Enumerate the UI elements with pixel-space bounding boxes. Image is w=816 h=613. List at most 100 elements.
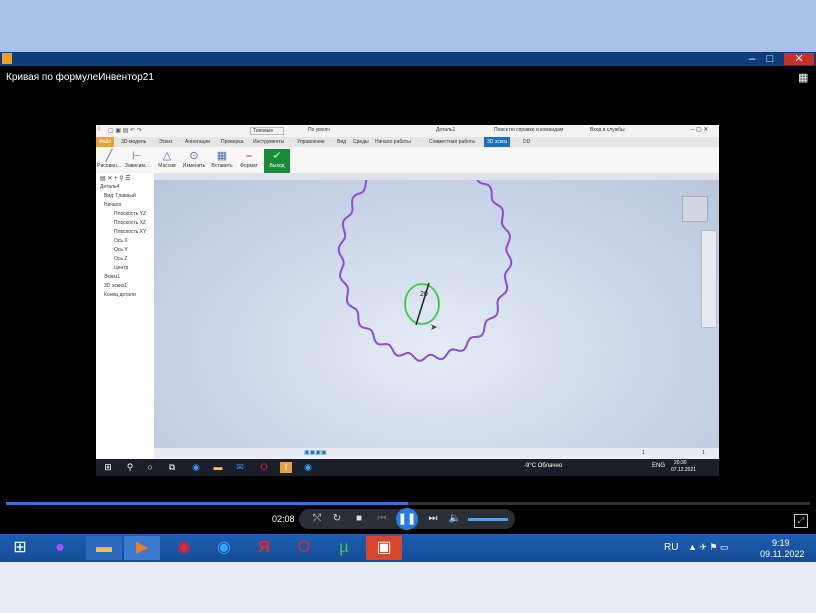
line-icon: ╱ [105, 150, 113, 162]
tree-item-3d-sketch1[interactable]: 3D эскиз1 [104, 283, 127, 289]
tab-environments[interactable]: Среды [350, 137, 372, 147]
format-tool[interactable]: ⎯ Формат [236, 149, 262, 173]
yandex-icon[interactable]: Я [246, 536, 282, 560]
tab-sketch[interactable]: Эскиз [156, 137, 175, 147]
navigation-bar[interactable] [701, 230, 717, 328]
model-browser: ▤ ✕ + ⚲ ☰ Деталь4 Вид: Главный Начало Пл… [96, 173, 155, 463]
constrain-tool[interactable]: ⊢ Зависим... [124, 149, 150, 173]
tree-item-sketch1[interactable]: Эскиз1 [104, 274, 120, 280]
tree-item-center[interactable]: Центр [114, 265, 128, 271]
tree-item-end-of-part[interactable]: Конец детали [104, 292, 136, 298]
task-view-icon[interactable]: ⧉ [166, 462, 178, 473]
appearance-dropdown[interactable]: Типовые [250, 127, 285, 135]
minimize-button[interactable]: – [744, 53, 760, 65]
tree-item-plane-yz[interactable]: Плоскость YZ [114, 211, 146, 217]
search-icon[interactable]: ⚲ [124, 462, 136, 473]
pause-button[interactable]: ❚❚ [396, 508, 418, 530]
utorrent-icon[interactable]: µ [326, 536, 362, 560]
close-button[interactable]: ✕ [784, 53, 814, 65]
edge-task-icon[interactable]: ◉ [206, 536, 242, 560]
volume-slider[interactable] [468, 518, 508, 521]
window-titlebar: – □ ✕ [0, 52, 816, 66]
app-task-icon[interactable]: ◉ [302, 462, 314, 473]
previous-icon[interactable]: ⏮ [372, 512, 392, 526]
presentation-icon[interactable]: ▣ [366, 536, 402, 560]
tree-item-plane-xz[interactable]: Плоскость XZ [114, 220, 146, 226]
tree-item-plane-xy[interactable]: Плоскость XY [114, 229, 146, 235]
layout-grid-icon[interactable]: ▦ [798, 71, 808, 84]
viewcube-icon[interactable] [682, 196, 708, 222]
tab-annotations[interactable]: Аннотации [182, 137, 213, 147]
folder-icon[interactable]: ▬ [212, 462, 224, 473]
fullscreen-icon[interactable]: ⤢ [794, 514, 808, 528]
alice-icon[interactable]: ● [42, 536, 78, 560]
inner-lang[interactable]: ENG [652, 463, 665, 469]
modify-tool[interactable]: ⊙ Изменить [181, 149, 207, 173]
tree-item-origin[interactable]: Начало [104, 202, 121, 208]
tab-collaborate[interactable]: Совместная работа [426, 137, 478, 147]
tab-manage[interactable]: Управление [294, 137, 328, 147]
inner-clock-date: 07.12.2021 [671, 467, 697, 473]
maximize-button[interactable]: □ [762, 53, 778, 65]
tree-item-view[interactable]: Вид: Главный [104, 193, 136, 199]
stop-icon[interactable]: ■ [352, 512, 366, 526]
seek-bar-fill [6, 502, 408, 505]
insert-label: Вставить [211, 163, 233, 169]
edge-icon[interactable]: ◉ [190, 462, 202, 473]
next-icon[interactable]: ⏭ [424, 512, 442, 526]
tab-view[interactable]: Вид [334, 137, 349, 147]
tree-item-part[interactable]: Деталь4 [100, 184, 119, 190]
tray-icons[interactable]: ▲ ✈ ⚑ ▭ [688, 542, 729, 553]
tree-item-axis-y[interactable]: Ось Y [114, 247, 128, 253]
exit-sketch-button[interactable]: ✔ Выход [264, 149, 290, 173]
viewport-tabbar [154, 173, 719, 180]
tab-inspect[interactable]: Проверка [218, 137, 246, 147]
opera-task-icon[interactable]: O [286, 536, 322, 560]
format-icon: ⎯ [246, 150, 252, 162]
dimension-icon: ⊢ [132, 150, 142, 162]
chrome-icon[interactable]: ◉ [166, 536, 202, 560]
exit-label: Выход [269, 163, 285, 169]
repeat-icon[interactable]: ↻ [330, 512, 344, 526]
insert-tool[interactable]: ▦ Вставить [209, 149, 235, 173]
graphics-window[interactable]: 20 ➤ [154, 180, 719, 463]
tab-dd[interactable]: DD [520, 137, 533, 147]
language-indicator[interactable]: RU [664, 542, 678, 553]
sketch-status-icons[interactable]: ▣▣▣▣ [304, 449, 327, 456]
player-logo-icon [2, 53, 12, 64]
sketch-svg: 20 ➤ [337, 180, 513, 362]
opera-icon[interactable]: O [258, 462, 270, 473]
tab-3d-sketch[interactable]: 3D эскиз [484, 137, 511, 147]
player-task-icon[interactable]: ▶ [124, 536, 160, 560]
time-elapsed: 02:08 [272, 514, 295, 524]
tab-3d-model[interactable]: 3D-модель [118, 137, 149, 147]
tab-file[interactable]: Файл [96, 137, 115, 147]
pattern-tool[interactable]: △ Массив [154, 149, 180, 173]
start-button[interactable]: ⊞ [2, 536, 38, 560]
volume-icon[interactable]: 🔈 [448, 512, 462, 526]
inventor-task-icon[interactable]: I [280, 462, 292, 473]
diameter-line [415, 282, 430, 326]
tab-tools[interactable]: Инструменты [250, 137, 287, 147]
grid-icon: ▦ [216, 150, 228, 162]
browser-header-icons[interactable]: ▤ ✕ + ⚲ ☰ [100, 175, 131, 182]
checkmark-icon: ✔ [272, 150, 282, 162]
tree-item-axis-x[interactable]: Ось X [114, 238, 128, 244]
mail-icon[interactable]: ✉ [234, 462, 246, 473]
explorer-icon[interactable]: ▬ [86, 536, 122, 560]
window-controls[interactable]: – ▢ ✕ [691, 126, 708, 133]
tree-item-axis-z[interactable]: Ось Z [114, 256, 127, 262]
weather-widget[interactable]: -9°C Облачно [524, 463, 562, 469]
material-dropdown[interactable]: По умолч [308, 127, 330, 133]
draw-tool[interactable]: ╱ Рисован... [96, 149, 122, 173]
help-search[interactable]: Поиск по справке и командам [494, 127, 563, 133]
repeat-ab-icon[interactable]: ⤲ [310, 512, 324, 526]
tab-getting-started[interactable]: Начало работы [372, 137, 414, 147]
windows-start-icon[interactable]: ⊞ [102, 462, 114, 473]
qat-icons[interactable]: ▢ ▣ ▤ ↶ ↷ [108, 127, 142, 134]
cortana-icon[interactable]: ○ [144, 462, 156, 473]
signin-link[interactable]: Вход в службы [590, 127, 625, 133]
ribbon-tabs: Файл 3D-модель Эскиз Аннотации Проверка … [96, 137, 719, 147]
document-title: Деталь1 [436, 127, 456, 133]
inner-clock-time: 20:30 [674, 460, 687, 466]
